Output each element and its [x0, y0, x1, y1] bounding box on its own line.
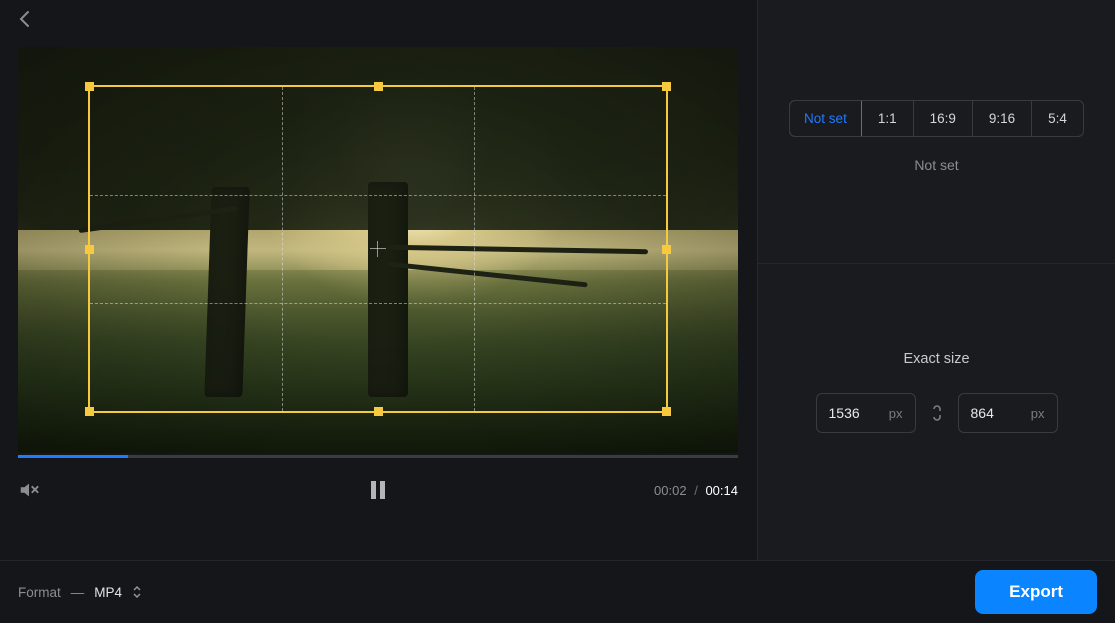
exact-size-row: 1536 px 864 px [816, 393, 1058, 433]
aspect-ratio-not-set[interactable]: Not set [789, 100, 862, 137]
aspect-ratio-16-9[interactable]: 16:9 [913, 101, 972, 136]
link-dimensions-button[interactable] [930, 403, 944, 423]
exact-size-label: Exact size [903, 351, 969, 367]
back-button[interactable] [18, 10, 32, 28]
player-controls: 00:02 / 00:14 [18, 470, 738, 510]
height-value: 864 [971, 405, 994, 421]
bottom-bar: Format — MP4 Export [0, 560, 1115, 623]
export-button[interactable]: Export [975, 570, 1097, 614]
chevron-left-icon [18, 10, 32, 28]
aspect-ratio-9-16[interactable]: 9:16 [972, 101, 1031, 136]
crop-handle-mid-right[interactable] [662, 245, 671, 254]
aspect-ratio-group: Not set 1:1 16:9 9:16 5:4 [789, 100, 1084, 137]
aspect-ratio-1-1[interactable]: 1:1 [861, 101, 913, 136]
volume-muted-icon [18, 479, 40, 501]
crop-handle-top-mid[interactable] [374, 82, 383, 91]
format-label: Format [18, 585, 61, 600]
format-selector[interactable]: Format — MP4 [18, 585, 142, 600]
aspect-ratio-caption: Not set [914, 157, 958, 173]
exact-size-section: Exact size 1536 px 864 px [758, 264, 1115, 560]
crop-handle-bottom-mid[interactable] [374, 407, 383, 416]
editor-main-panel: 00:02 / 00:14 [0, 0, 757, 560]
video-preview[interactable] [18, 47, 738, 453]
crop-sidebar: Not set 1:1 16:9 9:16 5:4 Not set Exact … [757, 0, 1115, 560]
format-value: MP4 [94, 585, 122, 600]
progress-fill [18, 455, 128, 458]
time-separator: / [694, 483, 698, 498]
pause-button[interactable] [369, 480, 387, 500]
mute-button[interactable] [18, 479, 40, 501]
crop-handle-bottom-right[interactable] [662, 407, 671, 416]
stepper-icon [132, 585, 142, 599]
aspect-ratio-5-4[interactable]: 5:4 [1031, 101, 1083, 136]
pause-icon [369, 480, 387, 500]
progress-bar[interactable] [18, 455, 738, 458]
time-display: 00:02 / 00:14 [654, 483, 738, 498]
crop-handle-mid-left[interactable] [85, 245, 94, 254]
width-input[interactable]: 1536 px [816, 393, 916, 433]
width-unit: px [889, 406, 903, 421]
format-dash: — [71, 585, 85, 600]
duration: 00:14 [705, 483, 738, 498]
current-time: 00:02 [654, 483, 687, 498]
height-input[interactable]: 864 px [958, 393, 1058, 433]
crop-handle-top-right[interactable] [662, 82, 671, 91]
crop-handle-top-left[interactable] [85, 82, 94, 91]
crop-rectangle[interactable] [88, 85, 668, 413]
height-unit: px [1031, 406, 1045, 421]
width-value: 1536 [829, 405, 860, 421]
aspect-ratio-section: Not set 1:1 16:9 9:16 5:4 Not set [758, 0, 1115, 264]
link-icon [930, 403, 944, 423]
crop-handle-bottom-left[interactable] [85, 407, 94, 416]
